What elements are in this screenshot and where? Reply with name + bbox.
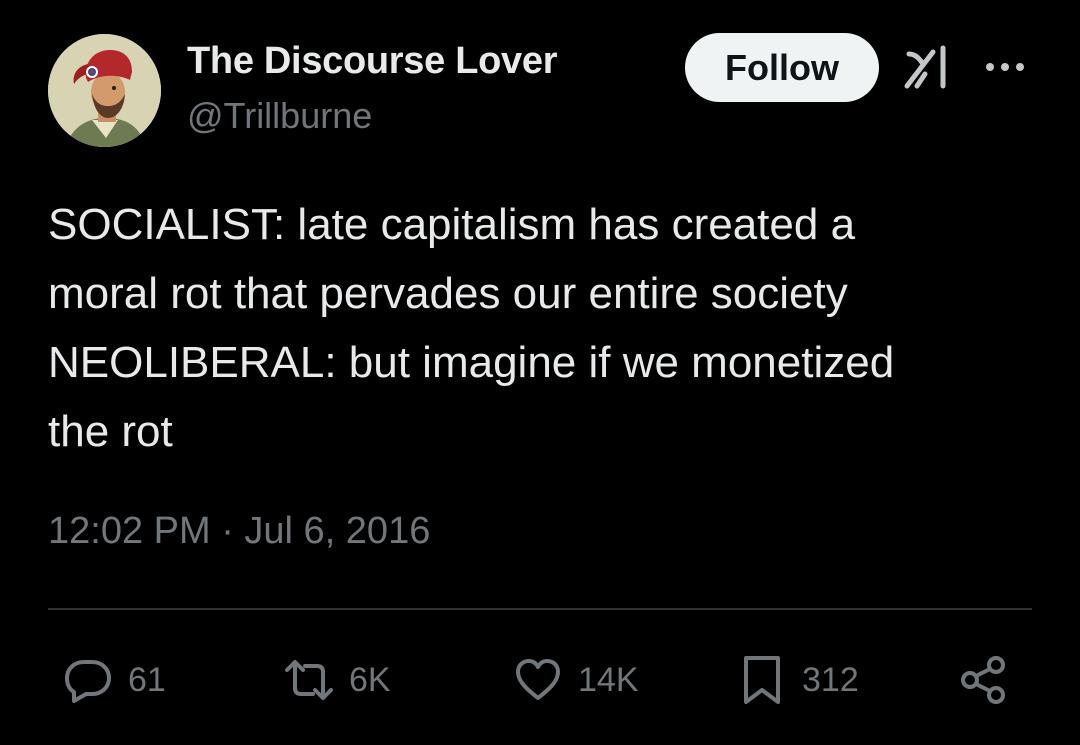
retweet-icon (285, 660, 333, 700)
grok-icon[interactable] (903, 44, 953, 90)
divider (48, 608, 1032, 610)
share-button[interactable] (958, 652, 1010, 708)
tweet-card: The Discourse Lover @Trillburne Follow S… (0, 0, 1080, 745)
heart-icon (516, 659, 560, 700)
bookmark-icon (744, 656, 780, 704)
tweet-text: SOCIALIST: late capitalism has created a… (48, 190, 1038, 466)
reply-count: 61 (128, 660, 166, 699)
tweet-text-line: SOCIALIST: late capitalism has created a (48, 200, 856, 249)
share-icon (961, 656, 1005, 704)
tweet-text-line: the rot (48, 407, 173, 456)
reply-icon (65, 660, 111, 703)
like-count: 14K (578, 660, 639, 699)
avatar[interactable] (48, 34, 161, 147)
tweet-text-line: NEOLIBERAL: but imagine if we monetized (48, 338, 895, 387)
reply-button[interactable]: 61 (62, 652, 166, 708)
follow-button[interactable]: Follow (685, 33, 879, 102)
more-icon[interactable] (980, 55, 1030, 79)
retweet-button[interactable]: 6K (283, 652, 391, 708)
timestamp[interactable]: 12:02 PM · Jul 6, 2016 (48, 510, 430, 553)
user-handle[interactable]: @Trillburne (187, 95, 372, 137)
tweet-text-line: moral rot that pervades our entire socie… (48, 269, 848, 318)
bookmark-button[interactable]: 312 (736, 652, 859, 708)
portrait-avatar-image (48, 34, 161, 147)
like-button[interactable]: 14K (512, 652, 639, 708)
retweet-count: 6K (349, 660, 391, 699)
display-name[interactable]: The Discourse Lover (187, 40, 558, 83)
bookmark-count: 312 (802, 660, 859, 699)
